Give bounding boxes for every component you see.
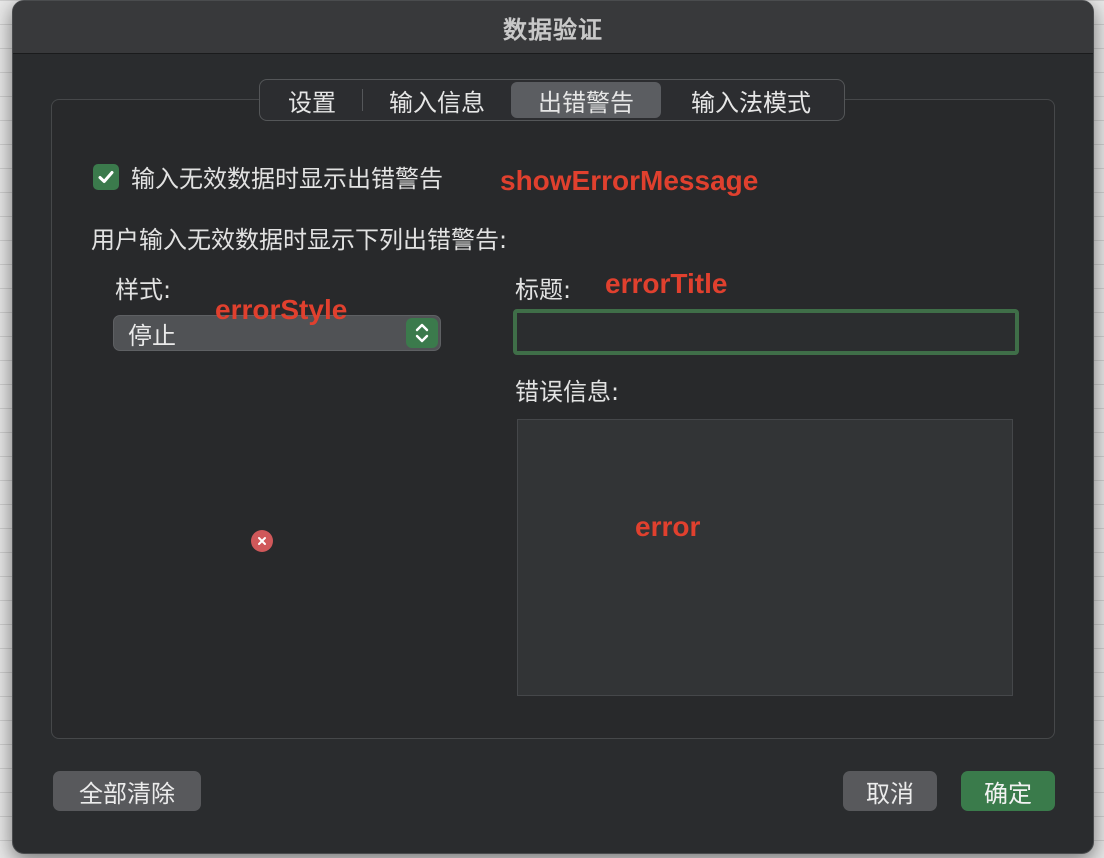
updown-chevron-icon (406, 318, 438, 348)
clear-all-button[interactable]: 全部清除 (53, 771, 201, 811)
show-error-label: 输入无效数据时显示出错警告 (131, 165, 443, 193)
annotation-error-title: errorTitle (605, 268, 728, 299)
error-message-textarea[interactable] (517, 419, 1013, 696)
error-title-input[interactable] (513, 309, 1019, 355)
tab-error-alert[interactable]: 出错警告 (511, 82, 661, 118)
tab-settings[interactable]: 设置 (262, 82, 362, 118)
error-message-label: 错误信息: (515, 378, 620, 406)
annotation-error: error (635, 511, 701, 542)
tab-bar: 设置 输入信息 出错警告 输入法模式 (259, 79, 845, 121)
tab-input-message[interactable]: 输入信息 (363, 82, 511, 118)
checkmark-icon (98, 170, 114, 183)
stop-error-icon (251, 530, 273, 552)
style-select-value: 停止 (128, 321, 176, 350)
dialog-titlebar: 数据验证 (13, 1, 1093, 54)
title-label: 标题: (515, 276, 572, 304)
tab-ime-mode[interactable]: 输入法模式 (661, 82, 841, 118)
dialog-title: 数据验证 (503, 15, 603, 44)
instruction-text: 用户输入无效数据时显示下列出错警告: (91, 226, 508, 254)
annotation-show-error-message: showErrorMessage (500, 165, 759, 196)
show-error-checkbox[interactable] (93, 163, 119, 190)
annotation-error-style: errorStyle (215, 294, 348, 325)
style-label: 样式: (115, 276, 172, 304)
data-validation-dialog: 数据验证 设置 输入信息 出错警告 输入法模式 输入无效数据时显示出错警告 sh… (12, 0, 1094, 854)
show-error-row: 输入无效数据时显示出错警告 (93, 159, 443, 194)
ok-button[interactable]: 确定 (961, 771, 1055, 811)
cancel-button[interactable]: 取消 (843, 771, 937, 811)
